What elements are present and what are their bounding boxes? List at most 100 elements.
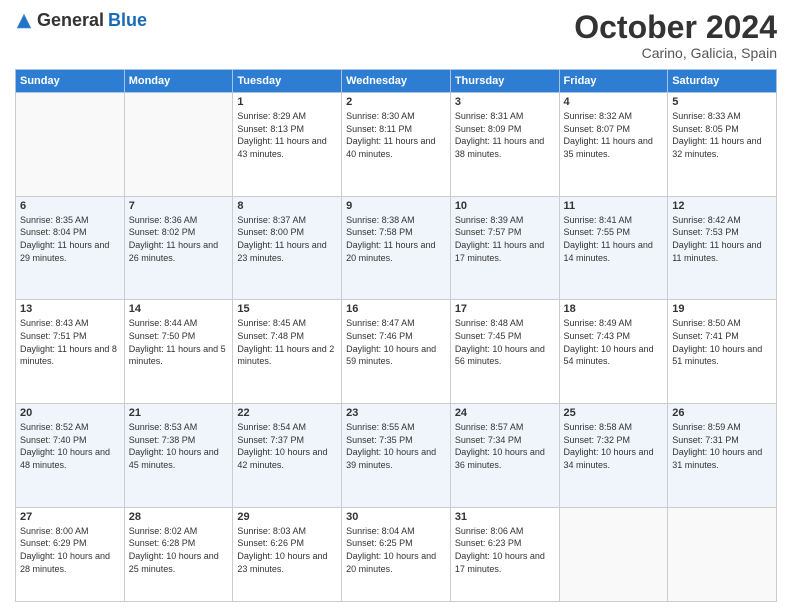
- day-info: Sunrise: 8:44 AMSunset: 7:50 PMDaylight:…: [129, 317, 229, 367]
- header-row: Sunday Monday Tuesday Wednesday Thursday…: [16, 70, 777, 93]
- page: GeneralBlue October 2024 Carino, Galicia…: [0, 0, 792, 612]
- day-cell: 22Sunrise: 8:54 AMSunset: 7:37 PMDayligh…: [233, 404, 342, 508]
- day-number: 4: [564, 96, 664, 108]
- day-info: Sunrise: 8:48 AMSunset: 7:45 PMDaylight:…: [455, 317, 555, 367]
- day-cell: 14 Sunrise: 8:44 AMSunset: 7:50 PMDayligh…: [124, 300, 233, 404]
- day-info: Sunrise: 8:52 AMSunset: 7:40 PMDaylight:…: [20, 421, 120, 471]
- day-number: 26: [672, 407, 772, 419]
- day-cell: 7 Sunrise: 8:36 AMSunset: 8:02 PMDaylight…: [124, 196, 233, 300]
- day-info: Sunrise: 8:43 AMSunset: 7:51 PMDaylight:…: [20, 317, 120, 367]
- week-row-5: 27 Sunrise: 8:00 AMSunset: 6:29 PMDayligh…: [16, 507, 777, 601]
- day-info: Sunrise: 8:55 AMSunset: 7:35 PMDaylight:…: [346, 421, 446, 471]
- day-number: 15: [237, 303, 337, 315]
- day-number: 27: [20, 511, 120, 523]
- col-friday: Friday: [559, 70, 668, 93]
- day-info: Sunrise: 8:33 AMSunset: 8:05 PMDaylight:…: [672, 110, 772, 160]
- day-info: Sunrise: 8:53 AMSunset: 7:38 PMDaylight:…: [129, 421, 229, 471]
- logo-icon: [15, 12, 33, 30]
- day-info: Sunrise: 8:39 AMSunset: 7:57 PMDaylight:…: [455, 214, 555, 264]
- day-info: Sunrise: 8:36 AMSunset: 8:02 PMDaylight:…: [129, 214, 229, 264]
- day-info: Sunrise: 8:59 AMSunset: 7:31 PMDaylight:…: [672, 421, 772, 471]
- day-number: 9: [346, 200, 446, 212]
- day-number: 21: [129, 407, 229, 419]
- day-cell: 9 Sunrise: 8:38 AMSunset: 7:58 PMDaylight…: [342, 196, 451, 300]
- col-monday: Monday: [124, 70, 233, 93]
- day-info: Sunrise: 8:50 AMSunset: 7:41 PMDaylight:…: [672, 317, 772, 367]
- week-row-1: 1Sunrise: 8:29 AMSunset: 8:13 PMDaylight…: [16, 93, 777, 197]
- day-cell: 5 Sunrise: 8:33 AMSunset: 8:05 PMDaylight…: [668, 93, 777, 197]
- day-cell: [559, 507, 668, 601]
- day-number: 23: [346, 407, 446, 419]
- day-info: Sunrise: 8:42 AMSunset: 7:53 PMDaylight:…: [672, 214, 772, 264]
- day-number: 29: [237, 511, 337, 523]
- calendar: Sunday Monday Tuesday Wednesday Thursday…: [15, 69, 777, 602]
- day-cell: 3 Sunrise: 8:31 AMSunset: 8:09 PMDaylight…: [450, 93, 559, 197]
- day-cell: 2 Sunrise: 8:30 AMSunset: 8:11 PMDaylight…: [342, 93, 451, 197]
- title-section: October 2024 Carino, Galicia, Spain: [574, 10, 777, 61]
- day-number: 18: [564, 303, 664, 315]
- day-info: Sunrise: 8:47 AMSunset: 7:46 PMDaylight:…: [346, 317, 446, 367]
- day-info: Sunrise: 8:03 AMSunset: 6:26 PMDaylight:…: [237, 525, 337, 575]
- logo-blue: Blue: [108, 10, 147, 31]
- day-info: Sunrise: 8:31 AMSunset: 8:09 PMDaylight:…: [455, 110, 555, 160]
- day-cell: 16Sunrise: 8:47 AMSunset: 7:46 PMDayligh…: [342, 300, 451, 404]
- day-cell: 29 Sunrise: 8:03 AMSunset: 6:26 PMDayligh…: [233, 507, 342, 601]
- day-number: 6: [20, 200, 120, 212]
- day-cell: 11Sunrise: 8:41 AMSunset: 7:55 PMDayligh…: [559, 196, 668, 300]
- month-title: October 2024: [574, 10, 777, 45]
- day-info: Sunrise: 8:54 AMSunset: 7:37 PMDaylight:…: [237, 421, 337, 471]
- week-row-2: 6 Sunrise: 8:35 AMSunset: 8:04 PMDaylight…: [16, 196, 777, 300]
- day-cell: 20Sunrise: 8:52 AMSunset: 7:40 PMDayligh…: [16, 404, 125, 508]
- col-sunday: Sunday: [16, 70, 125, 93]
- day-number: 10: [455, 200, 555, 212]
- day-info: Sunrise: 8:04 AMSunset: 6:25 PMDaylight:…: [346, 525, 446, 575]
- day-cell: 17 Sunrise: 8:48 AMSunset: 7:45 PMDayligh…: [450, 300, 559, 404]
- day-number: 11: [564, 200, 664, 212]
- day-cell: 27 Sunrise: 8:00 AMSunset: 6:29 PMDayligh…: [16, 507, 125, 601]
- day-info: Sunrise: 8:02 AMSunset: 6:28 PMDaylight:…: [129, 525, 229, 575]
- day-number: 28: [129, 511, 229, 523]
- day-number: 17: [455, 303, 555, 315]
- day-cell: 15Sunrise: 8:45 AMSunset: 7:48 PMDayligh…: [233, 300, 342, 404]
- day-info: Sunrise: 8:37 AMSunset: 8:00 PMDaylight:…: [237, 214, 337, 264]
- day-number: 19: [672, 303, 772, 315]
- location: Carino, Galicia, Spain: [574, 45, 777, 61]
- day-cell: 12 Sunrise: 8:42 AMSunset: 7:53 PMDayligh…: [668, 196, 777, 300]
- week-row-3: 13 Sunrise: 8:43 AMSunset: 7:51 PMDayligh…: [16, 300, 777, 404]
- day-info: Sunrise: 8:58 AMSunset: 7:32 PMDaylight:…: [564, 421, 664, 471]
- day-info: Sunrise: 8:06 AMSunset: 6:23 PMDaylight:…: [455, 525, 555, 575]
- day-number: 2: [346, 96, 446, 108]
- day-number: 13: [20, 303, 120, 315]
- day-number: 3: [455, 96, 555, 108]
- day-cell: 21 Sunrise: 8:53 AMSunset: 7:38 PMDayligh…: [124, 404, 233, 508]
- col-tuesday: Tuesday: [233, 70, 342, 93]
- day-cell: 18 Sunrise: 8:49 AMSunset: 7:43 PMDayligh…: [559, 300, 668, 404]
- day-info: Sunrise: 8:30 AMSunset: 8:11 PMDaylight:…: [346, 110, 446, 160]
- day-cell: [668, 507, 777, 601]
- day-cell: 1Sunrise: 8:29 AMSunset: 8:13 PMDaylight…: [233, 93, 342, 197]
- day-cell: 26 Sunrise: 8:59 AMSunset: 7:31 PMDayligh…: [668, 404, 777, 508]
- day-cell: 30Sunrise: 8:04 AMSunset: 6:25 PMDayligh…: [342, 507, 451, 601]
- week-row-4: 20Sunrise: 8:52 AMSunset: 7:40 PMDayligh…: [16, 404, 777, 508]
- col-saturday: Saturday: [668, 70, 777, 93]
- day-number: 5: [672, 96, 772, 108]
- day-info: Sunrise: 8:57 AMSunset: 7:34 PMDaylight:…: [455, 421, 555, 471]
- day-cell: 31Sunrise: 8:06 AMSunset: 6:23 PMDayligh…: [450, 507, 559, 601]
- day-number: 24: [455, 407, 555, 419]
- day-cell: [124, 93, 233, 197]
- day-cell: 13 Sunrise: 8:43 AMSunset: 7:51 PMDayligh…: [16, 300, 125, 404]
- day-cell: 24 Sunrise: 8:57 AMSunset: 7:34 PMDayligh…: [450, 404, 559, 508]
- day-info: Sunrise: 8:35 AMSunset: 8:04 PMDaylight:…: [20, 214, 120, 264]
- day-info: Sunrise: 8:38 AMSunset: 7:58 PMDaylight:…: [346, 214, 446, 264]
- day-cell: 19 Sunrise: 8:50 AMSunset: 7:41 PMDayligh…: [668, 300, 777, 404]
- day-cell: 8Sunrise: 8:37 AMSunset: 8:00 PMDaylight…: [233, 196, 342, 300]
- day-number: 12: [672, 200, 772, 212]
- day-number: 1: [237, 96, 337, 108]
- logo-general: General: [37, 10, 104, 31]
- day-info: Sunrise: 8:00 AMSunset: 6:29 PMDaylight:…: [20, 525, 120, 575]
- day-cell: 28 Sunrise: 8:02 AMSunset: 6:28 PMDayligh…: [124, 507, 233, 601]
- day-info: Sunrise: 8:32 AMSunset: 8:07 PMDaylight:…: [564, 110, 664, 160]
- day-number: 7: [129, 200, 229, 212]
- day-info: Sunrise: 8:49 AMSunset: 7:43 PMDaylight:…: [564, 317, 664, 367]
- day-number: 14: [129, 303, 229, 315]
